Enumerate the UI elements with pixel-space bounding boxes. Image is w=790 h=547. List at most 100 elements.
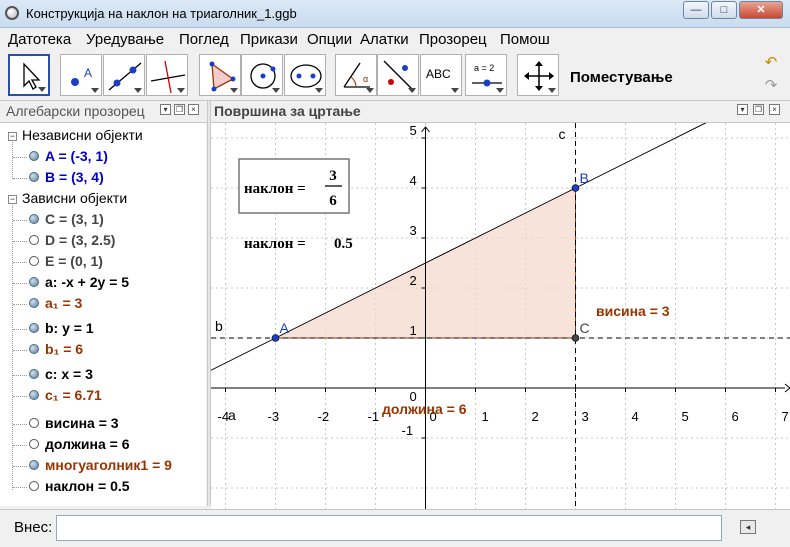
menu-perspectives[interactable]: Прикази	[240, 31, 298, 48]
text-tool-button[interactable]: ABC	[420, 54, 462, 96]
algebra-object-row[interactable]: a: -x + 2y = 5	[0, 273, 206, 293]
algebra-object-text: c₁ = 6.71	[45, 387, 102, 403]
visibility-on-icon[interactable]	[29, 369, 39, 379]
new-point-tool-button[interactable]: A	[60, 54, 102, 96]
graphics-canvas[interactable]: -4-3-2-1012345676543210-1bcaABCнаклон =3…	[211, 123, 790, 509]
algebra-object-row[interactable]: c₁ = 6.71	[0, 386, 206, 406]
y-tick-label: 4	[410, 173, 417, 188]
menu-edit[interactable]: Уредување	[86, 31, 164, 48]
menu-window[interactable]: Прозорец	[419, 31, 487, 48]
algebra-view: − Независни објекти A = (-3, 1) B = (3, 4…	[0, 123, 206, 506]
algebra-object-row[interactable]: B = (3, 4)	[0, 168, 206, 188]
chevron-down-icon	[230, 88, 238, 93]
visibility-on-icon[interactable]	[29, 323, 39, 333]
y-tick-label: -1	[402, 423, 414, 438]
visibility-off-icon[interactable]	[29, 481, 39, 491]
visibility-on-icon[interactable]	[29, 298, 39, 308]
algebra-object-row[interactable]: должина = 6	[0, 435, 206, 455]
perpendicular-tool-button[interactable]	[146, 54, 188, 96]
slider-tool-button[interactable]: a = 2	[465, 54, 507, 96]
visibility-off-icon[interactable]	[29, 235, 39, 245]
x-tick-label: 2	[532, 409, 539, 424]
slope-value-prefix: наклон =	[244, 236, 306, 252]
graphics-panel-title: Површина за цртање	[214, 103, 361, 119]
independent-objects-group[interactable]: − Независни објекти	[0, 126, 206, 146]
point-b-label: B	[580, 170, 589, 186]
menu-help[interactable]: Помош	[500, 31, 550, 48]
algebra-object-row[interactable]: c: x = 3	[0, 365, 206, 385]
algebra-object-row[interactable]: b₁ = 6	[0, 340, 206, 360]
panel-detach-icon[interactable]: ❐	[753, 104, 764, 115]
algebra-object-row[interactable]: висина = 3	[0, 414, 206, 434]
algebra-object-text: b: y = 1	[45, 320, 94, 336]
minimize-button[interactable]: —	[683, 1, 709, 19]
circle-tool-button[interactable]	[241, 54, 283, 96]
visibility-on-icon[interactable]	[29, 172, 39, 182]
collapse-icon[interactable]: −	[8, 195, 17, 204]
undo-icon[interactable]: ↶	[760, 53, 782, 73]
input-help-button[interactable]: ◂	[740, 520, 756, 534]
menu-bar: Датотека Уредување Поглед Прикази Опции …	[0, 29, 790, 51]
menu-options[interactable]: Опции	[307, 31, 352, 48]
panel-close-icon[interactable]: ×	[769, 104, 780, 115]
menu-view[interactable]: Поглед	[179, 31, 229, 48]
algebra-object-row[interactable]: E = (0, 1)	[0, 252, 206, 272]
algebra-object-text: наклон = 0.5	[45, 478, 130, 494]
algebra-object-row[interactable]: b: y = 1	[0, 319, 206, 339]
panel-close-icon[interactable]: ×	[188, 104, 199, 115]
algebra-object-text: многуаголник1 = 9	[45, 457, 172, 473]
polygon-tool-button[interactable]	[199, 54, 241, 96]
maximize-button[interactable]: □	[711, 1, 737, 19]
input-label: Внес:	[14, 519, 53, 536]
visibility-off-icon[interactable]	[29, 418, 39, 428]
reflect-tool-button[interactable]	[377, 54, 419, 96]
chevron-down-icon	[408, 88, 416, 93]
panel-menu-icon[interactable]: ▾	[737, 104, 748, 115]
chevron-down-icon	[496, 88, 504, 93]
algebra-object-row[interactable]: многуаголник1 = 9	[0, 456, 206, 476]
line-a-label: a	[228, 407, 236, 423]
angle-tool-button[interactable]: α	[335, 54, 377, 96]
move-view-tool-button[interactable]	[517, 54, 559, 96]
visibility-off-icon[interactable]	[29, 256, 39, 266]
line-c-label: c	[559, 126, 566, 142]
algebra-object-row[interactable]: A = (-3, 1)	[0, 147, 206, 167]
dependent-objects-group[interactable]: − Зависни објекти	[0, 189, 206, 209]
visibility-off-icon[interactable]	[29, 439, 39, 449]
panel-detach-icon[interactable]: ❐	[174, 104, 185, 115]
visibility-on-icon[interactable]	[29, 214, 39, 224]
algebra-object-text: B = (3, 4)	[45, 169, 104, 185]
visibility-on-icon[interactable]	[29, 344, 39, 354]
graphics-panel-header: Површина за цртање ▾ ❐ ×	[211, 101, 790, 123]
algebra-object-row[interactable]: D = (3, 2.5)	[0, 231, 206, 251]
visibility-on-icon[interactable]	[29, 460, 39, 470]
algebra-object-row[interactable]: C = (3, 1)	[0, 210, 206, 230]
point-b	[571, 184, 580, 192]
graphics-view[interactable]: -4-3-2-1012345676543210-1bcaABCнаклон =3…	[211, 123, 790, 509]
svg-text:A: A	[84, 66, 92, 80]
visibility-on-icon[interactable]	[29, 277, 39, 287]
menu-tools[interactable]: Алатки	[360, 31, 409, 48]
length-label: должина = 6	[382, 401, 467, 417]
algebra-object-row[interactable]: a₁ = 3	[0, 294, 206, 314]
algebra-panel-title: Алгебарски прозорец	[6, 103, 145, 119]
algebra-object-row[interactable]: наклон = 0.5	[0, 477, 206, 497]
point-c	[571, 334, 580, 342]
move-tool-button[interactable]	[8, 54, 50, 96]
x-tick-label: -3	[268, 409, 280, 424]
close-button[interactable]: ✕	[739, 1, 783, 19]
visibility-on-icon[interactable]	[29, 390, 39, 400]
collapse-icon[interactable]: −	[8, 132, 17, 141]
menu-file[interactable]: Датотека	[8, 31, 71, 48]
redo-icon[interactable]: ↷	[760, 76, 782, 96]
visibility-on-icon[interactable]	[29, 151, 39, 161]
slope-denominator: 6	[329, 193, 337, 209]
panel-menu-icon[interactable]: ▾	[160, 104, 171, 115]
conic-tool-button[interactable]	[284, 54, 326, 96]
algebra-object-text: должина = 6	[45, 436, 130, 452]
point-a-label: A	[280, 320, 290, 336]
y-tick-label: 5	[410, 123, 417, 138]
toolbar: A α ABC a = 2 Поместување ↶ ↷	[0, 51, 790, 101]
input-field[interactable]	[56, 515, 722, 541]
line-tool-button[interactable]	[103, 54, 145, 96]
